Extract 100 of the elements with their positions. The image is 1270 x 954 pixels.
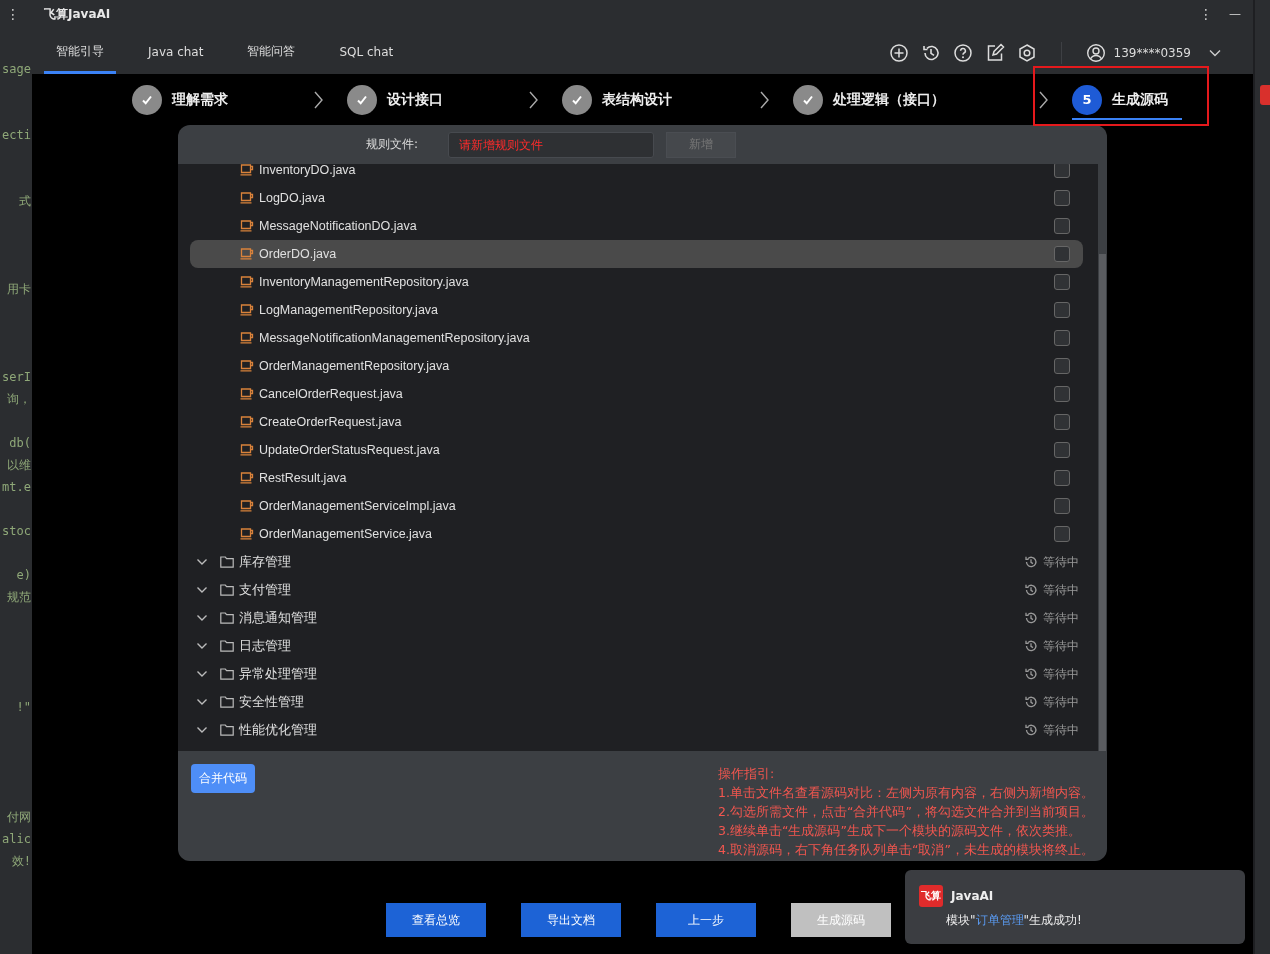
file-name[interactable]: MessageNotificationDO.java	[259, 219, 417, 233]
checkbox[interactable]	[1054, 330, 1070, 346]
file-row[interactable]: CreateOrderRequest.java	[190, 408, 1083, 436]
guide-text: 2.勾选所需文件，点击“合并代码”，将勾选文件合并到当前项目。	[718, 803, 1094, 821]
history-icon[interactable]	[920, 43, 941, 63]
checkbox[interactable]	[1054, 414, 1070, 430]
file-name[interactable]: OrderDO.java	[259, 247, 337, 261]
module-name[interactable]: 消息通知管理	[239, 609, 317, 627]
tab[interactable]: SQL chat	[317, 28, 416, 74]
file-name[interactable]: CreateOrderRequest.java	[259, 415, 402, 429]
file-row[interactable]: MessageNotificationManagementRepository.java	[190, 324, 1083, 352]
file-name[interactable]: MessageNotificationManagementRepository.java	[259, 331, 530, 345]
file-row[interactable]: UpdateOrderStatusRequest.java	[190, 436, 1083, 464]
checkbox[interactable]	[1054, 358, 1070, 374]
checkbox[interactable]	[1054, 442, 1070, 458]
rule-file-label: 规则文件:	[366, 136, 420, 153]
chevron-down-icon[interactable]	[196, 642, 208, 650]
user-icon[interactable]	[1085, 43, 1106, 63]
java-file-icon	[240, 528, 254, 540]
file-row[interactable]: LogDO.java	[190, 184, 1083, 212]
module-name[interactable]: 支付管理	[239, 581, 291, 599]
history-icon	[1024, 639, 1038, 653]
java-file-icon	[240, 304, 254, 316]
help-icon[interactable]	[952, 43, 973, 63]
module-name[interactable]: 性能优化管理	[239, 721, 317, 739]
java-file-icon	[240, 472, 254, 484]
history-icon	[1024, 583, 1038, 597]
action-button[interactable]: 导出文档	[521, 903, 621, 937]
history-icon	[1024, 695, 1038, 709]
checkbox[interactable]	[1054, 470, 1070, 486]
tab[interactable]: 智能问答	[225, 28, 318, 74]
tab[interactable]: Java chat	[126, 28, 226, 74]
caret-icon[interactable]	[1209, 49, 1221, 57]
checkbox[interactable]	[1054, 498, 1070, 514]
chevron-right-icon	[759, 89, 769, 110]
checkbox[interactable]	[1054, 302, 1070, 318]
folder-icon	[220, 556, 234, 568]
java-file-icon	[240, 388, 254, 400]
checkbox[interactable]	[1054, 218, 1070, 234]
java-file-icon	[240, 276, 254, 288]
rule-file-field[interactable]: 请新增规则文件	[448, 131, 654, 158]
file-name[interactable]: InventoryManagementRepository.java	[259, 275, 469, 289]
menu-icon[interactable]: ⋮	[6, 6, 20, 22]
file-name[interactable]: LogManagementRepository.java	[259, 303, 439, 317]
chevron-down-icon[interactable]	[196, 726, 208, 734]
checkbox[interactable]	[1054, 274, 1070, 290]
checkbox[interactable]	[1054, 386, 1070, 402]
java-file-icon	[240, 360, 254, 372]
module-name[interactable]: 库存管理	[239, 553, 291, 571]
file-row[interactable]: RestResult.java	[190, 464, 1083, 492]
action-button[interactable]: 查看总览	[386, 903, 486, 937]
file-name[interactable]: RestResult.java	[259, 471, 347, 485]
code-fragment: ecti	[2, 127, 31, 144]
file-name[interactable]: OrderManagementRepository.java	[259, 359, 450, 373]
folder-icon	[220, 696, 234, 708]
file-row[interactable]: CancelOrderRequest.java	[190, 380, 1083, 408]
checkbox[interactable]	[1054, 246, 1070, 262]
file-row[interactable]: InventoryManagementRepository.java	[190, 268, 1083, 296]
notification-message: 模块"订单管理"生成成功!	[946, 912, 1083, 929]
chevron-down-icon[interactable]	[196, 670, 208, 678]
file-row[interactable]: OrderDO.java	[190, 240, 1083, 268]
file-name[interactable]: OrderManagementServiceImpl.java	[259, 499, 456, 513]
java-file-icon	[240, 192, 254, 204]
file-name[interactable]: UpdateOrderStatusRequest.java	[259, 443, 440, 457]
step-number: 5	[1072, 84, 1102, 115]
checkbox[interactable]	[1054, 190, 1070, 206]
code-fragment: 式	[19, 193, 31, 210]
file-row[interactable]: OrderManagementServiceImpl.java	[190, 492, 1083, 520]
module-name[interactable]: 异常处理管理	[239, 665, 317, 683]
file-name[interactable]: CancelOrderRequest.java	[259, 387, 403, 401]
code-fragment: alic	[2, 831, 31, 848]
chevron-down-icon[interactable]	[196, 558, 208, 566]
status-text: 等待中	[1043, 637, 1079, 655]
history-icon	[1024, 611, 1038, 625]
chevron-down-icon[interactable]	[196, 614, 208, 622]
file-row[interactable]: LogManagementRepository.java	[190, 296, 1083, 324]
folder-icon	[220, 640, 234, 652]
settings-icon[interactable]	[1016, 43, 1037, 63]
chevron-down-icon[interactable]	[196, 586, 208, 594]
file-row[interactable]: InventoryDO.java	[190, 164, 1083, 184]
file-name[interactable]: InventoryDO.java	[259, 164, 356, 177]
app-icon[interactable]	[1260, 85, 1270, 105]
file-row[interactable]: MessageNotificationDO.java	[190, 212, 1083, 240]
minimize-icon[interactable]: —	[1229, 7, 1241, 21]
chevron-right-icon	[313, 89, 323, 110]
module-name[interactable]: 安全性管理	[239, 693, 304, 711]
more-icon[interactable]: ⋮	[1199, 6, 1213, 22]
file-name[interactable]: OrderManagementService.java	[259, 527, 432, 541]
checkbox[interactable]	[1054, 164, 1070, 178]
file-name[interactable]: LogDO.java	[259, 191, 325, 205]
module-name[interactable]: 日志管理	[239, 637, 291, 655]
add-icon[interactable]	[888, 43, 909, 63]
file-row[interactable]: OrderManagementService.java	[190, 520, 1083, 548]
user-phone[interactable]: 139****0359	[1113, 46, 1191, 60]
checkbox[interactable]	[1054, 526, 1070, 542]
file-row[interactable]: OrderManagementRepository.java	[190, 352, 1083, 380]
scrollbar-thumb[interactable]	[1099, 254, 1106, 751]
java-file-icon	[240, 500, 254, 512]
action-button[interactable]: 上一步	[656, 903, 756, 937]
chevron-down-icon[interactable]	[196, 698, 208, 706]
